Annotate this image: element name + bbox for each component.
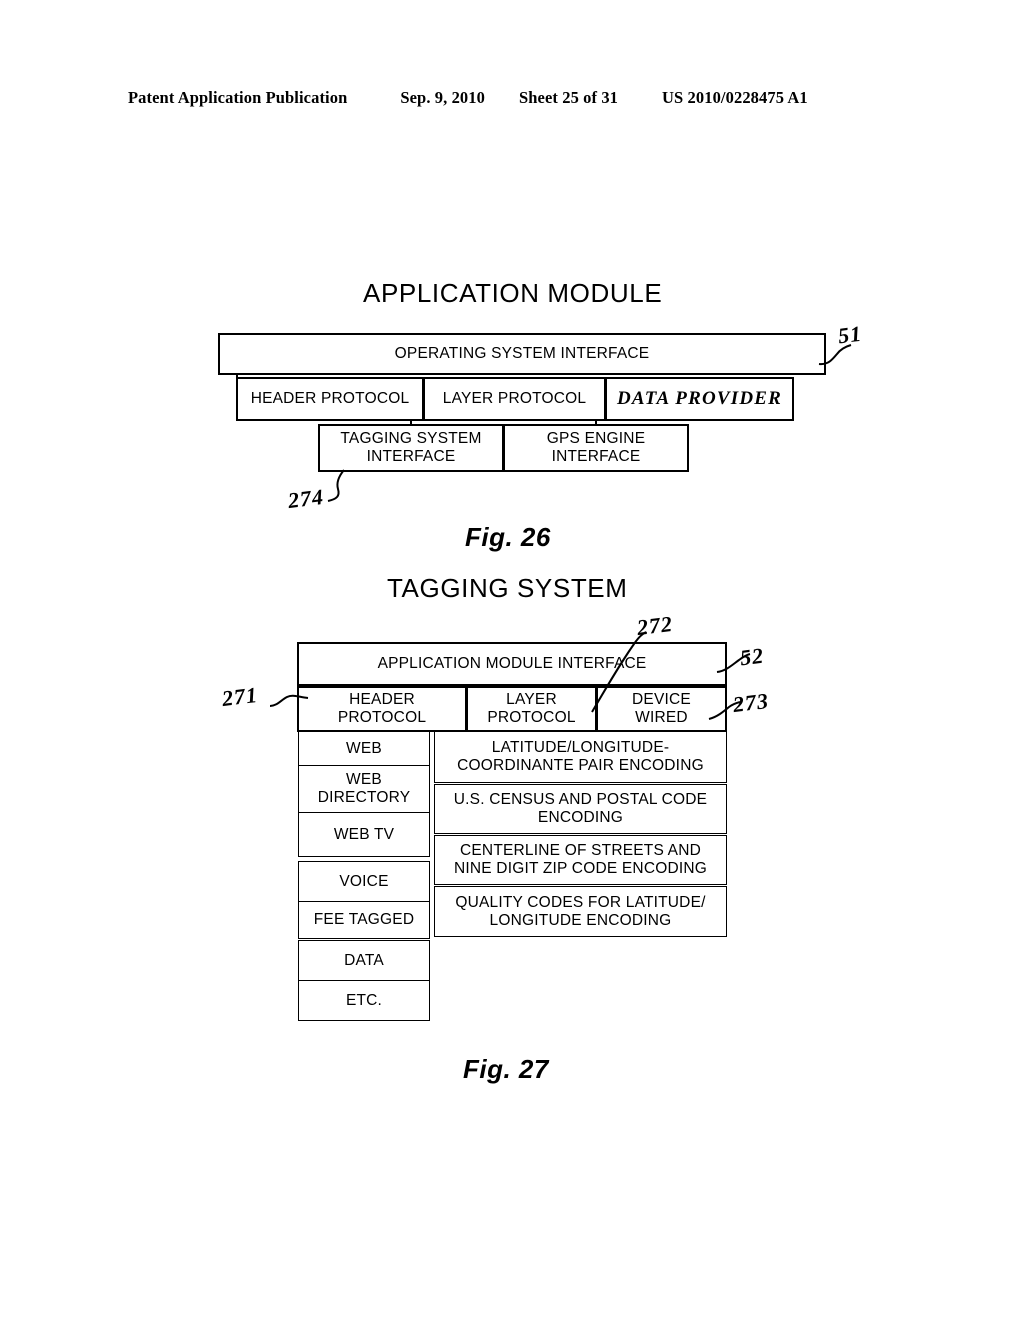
fig26-connector-lines: [236, 375, 597, 425]
